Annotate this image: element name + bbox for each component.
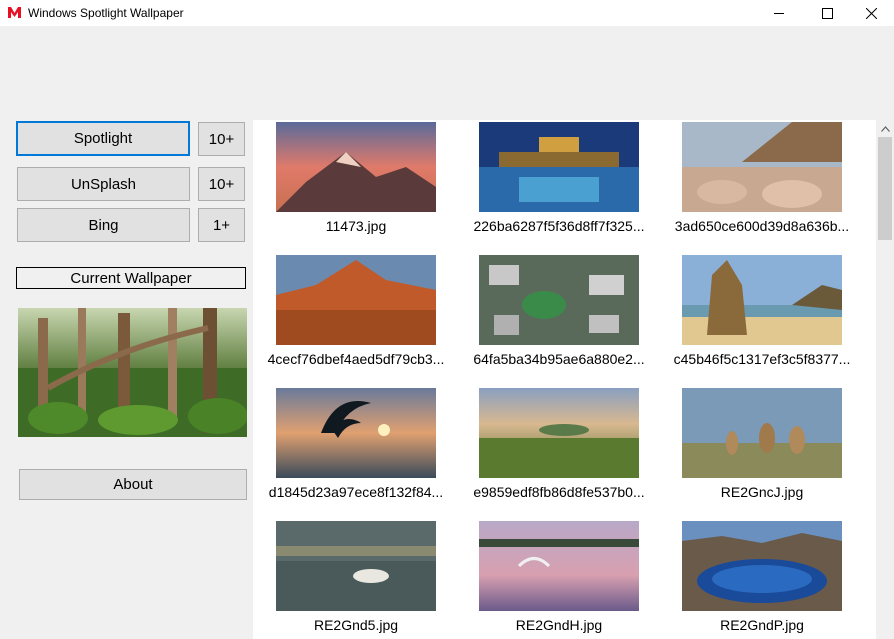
wallpaper-caption: d1845d23a97ece8f132f84... xyxy=(268,484,444,500)
bing-count-button[interactable]: 1+ xyxy=(198,208,245,242)
bing-button[interactable]: Bing xyxy=(17,208,190,242)
wallpaper-gallery: 11473.jpg 226ba6287f5f36d8ff7f325... 3ad… xyxy=(253,120,876,639)
close-icon xyxy=(865,7,877,19)
scroll-up-button[interactable] xyxy=(876,120,894,137)
wallpaper-thumbnail[interactable] xyxy=(276,122,436,212)
wallpaper-thumbnail[interactable] xyxy=(276,388,436,478)
unsplash-count-button[interactable]: 10+ xyxy=(198,167,245,201)
wallpaper-caption: e9859edf8fb86d8fe537b0... xyxy=(473,484,645,500)
wallpaper-thumbnail[interactable] xyxy=(479,122,639,212)
close-button[interactable] xyxy=(848,0,894,26)
wallpaper-caption: RE2GndH.jpg xyxy=(515,617,603,633)
current-wallpaper-label: Current Wallpaper xyxy=(16,267,246,289)
gallery-scrollbar[interactable] xyxy=(876,120,894,639)
scroll-thumb[interactable] xyxy=(878,137,892,240)
maximize-icon xyxy=(821,7,833,19)
chevron-up-icon xyxy=(880,125,890,132)
unsplash-button[interactable]: UnSplash xyxy=(17,167,190,201)
wallpaper-thumbnail[interactable] xyxy=(479,255,639,345)
wallpaper-caption: 4cecf76dbef4aed5df79cb3... xyxy=(267,351,445,367)
wallpaper-thumbnail[interactable] xyxy=(682,521,842,611)
minimize-icon xyxy=(774,13,784,14)
window-title: Windows Spotlight Wallpaper xyxy=(28,6,184,20)
about-button[interactable]: About xyxy=(19,469,247,500)
wallpaper-thumbnail[interactable] xyxy=(276,521,436,611)
wallpaper-caption: 3ad650ce600d39d8a636b... xyxy=(674,218,850,234)
wallpaper-thumbnail[interactable] xyxy=(682,388,842,478)
wallpaper-thumbnail[interactable] xyxy=(479,388,639,478)
spotlight-count-button[interactable]: 10+ xyxy=(198,122,245,156)
wallpaper-thumbnail[interactable] xyxy=(682,255,842,345)
wallpaper-thumbnail[interactable] xyxy=(479,521,639,611)
spotlight-button[interactable]: Spotlight xyxy=(16,121,190,156)
wallpaper-caption: 64fa5ba34b95ae6a880e2... xyxy=(473,351,645,367)
maximize-button[interactable] xyxy=(804,0,850,26)
wallpaper-thumbnail[interactable] xyxy=(276,255,436,345)
minimize-button[interactable] xyxy=(756,0,802,26)
current-wallpaper-image xyxy=(18,308,247,437)
wallpaper-caption: c45b46f5c1317ef3c5f8377... xyxy=(673,351,851,367)
wallpaper-caption: RE2Gnd5.jpg xyxy=(313,617,399,633)
wallpaper-caption: RE2GndP.jpg xyxy=(720,617,804,633)
wallpaper-caption: 11473.jpg xyxy=(325,218,387,234)
wallpaper-caption: 226ba6287f5f36d8ff7f325... xyxy=(473,218,645,234)
wallpaper-thumbnail[interactable] xyxy=(682,122,842,212)
title-bar: Windows Spotlight Wallpaper xyxy=(0,0,894,26)
app-icon xyxy=(8,7,21,18)
wallpaper-caption: RE2GncJ.jpg xyxy=(720,484,804,500)
